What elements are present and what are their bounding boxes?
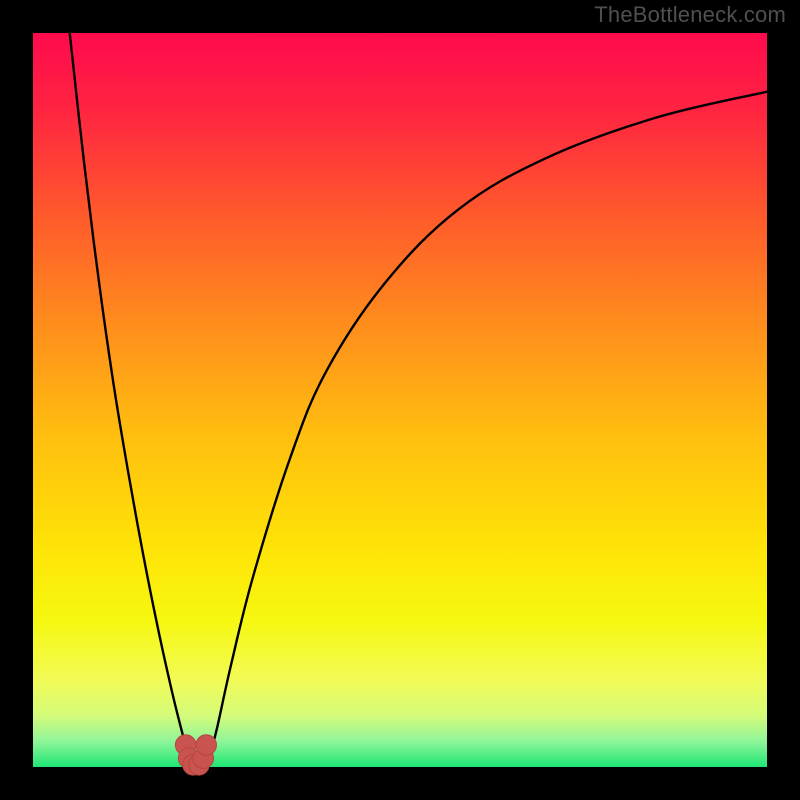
- watermark-text: TheBottleneck.com: [594, 2, 786, 28]
- plot-gradient-background: [33, 33, 767, 767]
- chart-root: TheBottleneck.com: [0, 0, 800, 800]
